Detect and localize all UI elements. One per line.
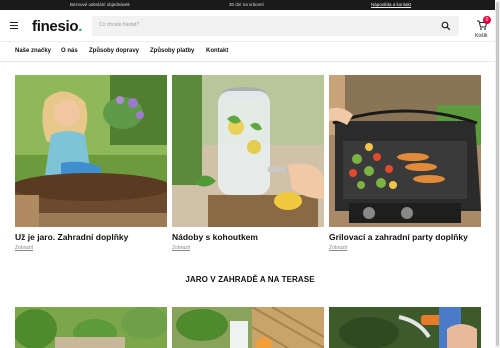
- card-title[interactable]: Grilovací a zahradní party doplňky: [329, 232, 468, 242]
- search-icon[interactable]: [441, 21, 451, 31]
- dispenser-image[interactable]: [172, 75, 324, 227]
- logo[interactable]: finesio.: [32, 18, 82, 35]
- nav-about[interactable]: O nás: [61, 48, 78, 54]
- header: finesio. Co chcete hledat? 0 Košík: [0, 10, 500, 42]
- card-link[interactable]: Zobrazit: [15, 245, 33, 251]
- garden-image[interactable]: [11, 75, 171, 227]
- help-link[interactable]: Nápověda a kontakt: [371, 2, 411, 7]
- main-nav: Naše značky O nás Způsoby dopravy Způsob…: [0, 42, 500, 62]
- category-card-garden[interactable]: Už je jaro. Zahradní doplňky Zobrazit: [11, 75, 171, 251]
- garden-tool-image[interactable]: [329, 307, 481, 348]
- nav-shipping[interactable]: Způsoby dopravy: [89, 48, 139, 54]
- card-title[interactable]: Nádoby s kohoutkem: [172, 232, 258, 242]
- card-title[interactable]: Už je jaro. Zahradní doplňky: [15, 232, 128, 242]
- cart-label: Košík: [475, 33, 488, 39]
- scrollbar[interactable]: [495, 0, 500, 348]
- card-link[interactable]: Zobrazit: [329, 245, 347, 251]
- category-card-dispensers[interactable]: Nádoby s kohoutkem Zobrazit: [172, 75, 324, 251]
- garden-path-image[interactable]: [15, 307, 167, 348]
- terrace-image[interactable]: [172, 307, 324, 348]
- search-input[interactable]: Co chcete hledat?: [92, 16, 459, 36]
- shipping-info: Bezvové odeslání objednávek: [70, 2, 130, 7]
- cart-count-badge: 0: [483, 16, 491, 24]
- returns-info: 30 dní na vrácení: [229, 2, 264, 7]
- cart-button[interactable]: 0 Košík: [474, 16, 492, 39]
- search-placeholder: Co chcete hledat?: [99, 22, 140, 28]
- nav-payment[interactable]: Způsoby platby: [150, 48, 194, 54]
- menu-icon[interactable]: [10, 22, 18, 29]
- nav-contact[interactable]: Kontakt: [206, 48, 228, 54]
- card-link[interactable]: Zobrazit: [172, 245, 190, 251]
- category-card-grill[interactable]: Grilovací a zahradní party doplňky Zobra…: [329, 75, 481, 251]
- section-title: JARO V ZAHRADĚ A NA TERASE: [185, 275, 315, 284]
- grill-image[interactable]: [329, 75, 481, 227]
- nav-brands[interactable]: Naše značky: [15, 48, 51, 54]
- top-bar: Bezvové odeslání objednávek 30 dní na vr…: [0, 0, 500, 10]
